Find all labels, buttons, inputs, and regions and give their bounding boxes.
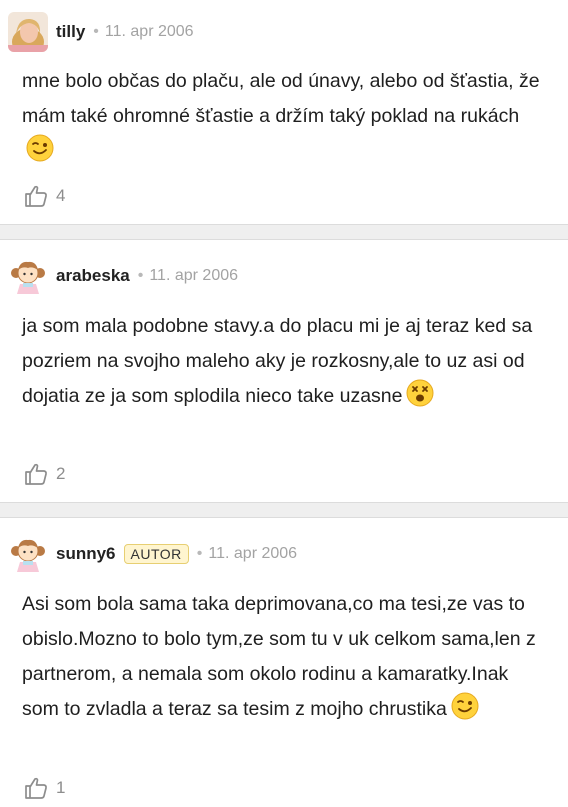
comment-text: ja som mala podobne stavy.a do placu mi … <box>22 309 542 419</box>
comment-date: 11. apr 2006 <box>208 545 298 562</box>
like-count: 4 <box>56 186 66 205</box>
comment-item: tilly • 11. apr 2006 mne bolo občas do p… <box>0 0 568 224</box>
thumbs-up-icon <box>25 185 47 207</box>
author-badge: AUTOR <box>123 544 189 564</box>
winking-face-emoji <box>451 692 479 732</box>
username[interactable]: tilly <box>56 22 85 42</box>
comment-item: sunny6 AUTOR • 11. apr 2006 Asi som bola… <box>0 518 568 807</box>
comment-date: 11. apr 2006 <box>104 23 194 40</box>
like-count: 1 <box>56 778 66 797</box>
separator-dot: • <box>196 545 203 562</box>
comment-body: mne bolo občas do plaču, ale od únavy, a… <box>22 70 540 127</box>
user-avatar[interactable] <box>8 534 48 574</box>
comment-header: tilly • 11. apr 2006 <box>8 12 194 52</box>
dizzy-face-emoji <box>406 379 434 419</box>
separator-dot: • <box>137 267 144 284</box>
comment-separator <box>0 502 568 518</box>
separator-dot: • <box>93 23 99 40</box>
thumbs-up-icon <box>25 777 47 799</box>
comment-text: mne bolo občas do plaču, ale od únavy, a… <box>22 64 542 174</box>
comment-header: sunny6 AUTOR • 11. apr 2006 <box>8 534 297 574</box>
comment-item: arabeska • 11. apr 2006 ja som mala podo… <box>0 240 568 502</box>
username[interactable]: sunny6 <box>56 544 116 564</box>
thumbs-up-icon <box>25 463 47 485</box>
like-count: 2 <box>56 464 66 483</box>
comment-date: 11. apr 2006 <box>149 267 239 284</box>
comment-text: Asi som bola sama taka deprimovana,co ma… <box>22 587 542 732</box>
comment-header: arabeska • 11. apr 2006 <box>8 256 238 296</box>
like-button[interactable]: 2 <box>24 461 65 487</box>
username[interactable]: arabeska <box>56 266 130 286</box>
user-avatar[interactable] <box>8 12 48 52</box>
winking-face-emoji <box>26 134 54 174</box>
like-button[interactable]: 1 <box>24 775 65 801</box>
comment-body: ja som mala podobne stavy.a do placu mi … <box>22 315 533 407</box>
user-avatar[interactable] <box>8 256 48 296</box>
comment-separator <box>0 224 568 240</box>
like-button[interactable]: 4 <box>24 183 65 209</box>
